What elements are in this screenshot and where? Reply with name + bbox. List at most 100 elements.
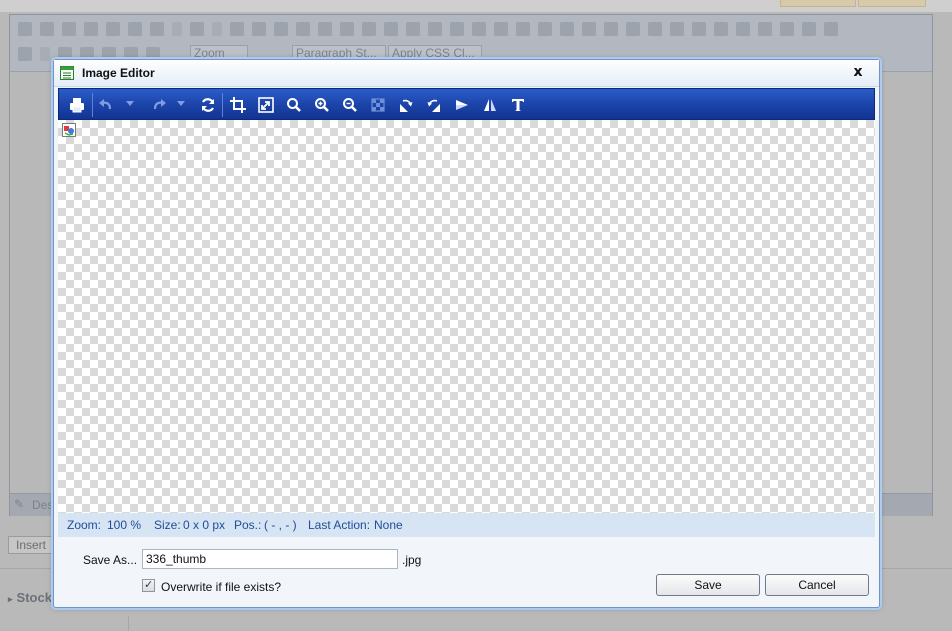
size-value: 0 x 0 px xyxy=(183,518,226,532)
position-value: ( - , - ) xyxy=(264,518,297,532)
flip-icon xyxy=(456,100,468,110)
chevron-down-icon xyxy=(172,22,182,36)
chevron-down-icon[interactable] xyxy=(177,101,185,106)
chevron-down-icon xyxy=(40,47,50,61)
indent-icon xyxy=(714,22,728,36)
resize-button[interactable] xyxy=(256,95,276,115)
find-icon xyxy=(62,22,76,36)
chevron-down-icon[interactable] xyxy=(126,101,134,106)
add-text-icon xyxy=(512,99,524,111)
wac-icon xyxy=(824,22,838,36)
flip-button[interactable] xyxy=(452,95,472,115)
print-icon xyxy=(18,22,32,36)
flash-icon xyxy=(362,22,376,36)
spell-icon xyxy=(538,22,552,36)
zoom-button[interactable] xyxy=(284,95,304,115)
footer-panel xyxy=(0,616,129,631)
outdent-icon xyxy=(736,22,750,36)
zoom-out-icon xyxy=(343,98,357,112)
close-button[interactable]: x xyxy=(849,63,867,81)
resize-icon xyxy=(258,97,274,113)
rotate-right-button[interactable] xyxy=(396,95,416,115)
undo-icon xyxy=(150,22,164,36)
underline-icon xyxy=(604,22,618,36)
cancel-button[interactable]: Cancel xyxy=(765,574,869,596)
table-icon xyxy=(516,22,530,36)
insert-button: Insert xyxy=(8,536,54,554)
top-tab xyxy=(780,0,856,7)
chevron-down-icon xyxy=(212,22,222,36)
spellcheck-icon xyxy=(40,22,54,36)
zoom-icon xyxy=(287,98,301,112)
last-action-label: Last Action: xyxy=(308,518,371,532)
rotate-left-button[interactable] xyxy=(424,95,444,115)
zoom-in-button[interactable] xyxy=(312,95,332,115)
align-icon xyxy=(494,22,508,36)
add-text-button[interactable] xyxy=(508,95,528,115)
align-left-icon xyxy=(626,22,640,36)
position-label: Pos.: xyxy=(234,518,262,532)
last-action-value: None xyxy=(374,518,403,532)
chevron-right-icon: ▸ xyxy=(8,594,13,604)
copy-icon xyxy=(106,22,120,36)
redo-icon xyxy=(190,22,204,36)
file-extension: .jpg xyxy=(402,553,422,567)
omega-icon xyxy=(18,47,32,61)
size-label: Size: xyxy=(154,518,181,532)
save-button[interactable]: Save xyxy=(656,574,760,596)
toolbar-separator xyxy=(222,93,223,117)
redo-button[interactable] xyxy=(149,95,169,115)
rotate-right-icon xyxy=(400,99,413,112)
filename-input[interactable] xyxy=(142,549,398,569)
bullets-icon xyxy=(758,22,772,36)
cut-icon xyxy=(84,22,98,36)
media-icon xyxy=(340,22,354,36)
crop-icon xyxy=(230,97,246,113)
format-icon xyxy=(472,22,486,36)
opacity-button[interactable] xyxy=(368,95,388,115)
subscript-icon xyxy=(428,22,442,36)
align-right-icon xyxy=(670,22,684,36)
zoom-out-button[interactable] xyxy=(340,95,360,115)
print-icon xyxy=(70,98,84,113)
justify-icon xyxy=(692,22,706,36)
bold-icon xyxy=(560,22,574,36)
window-icon xyxy=(60,66,74,80)
flip-vertical-button[interactable] xyxy=(480,95,500,115)
flip-vertical-icon xyxy=(484,99,496,111)
rotate-left-icon xyxy=(427,99,440,112)
crop-button[interactable] xyxy=(228,95,248,115)
pencil-icon: ✎ xyxy=(14,497,25,511)
align-center-icon xyxy=(648,22,662,36)
opacity-icon xyxy=(371,98,385,112)
image-editor-toolbar xyxy=(58,88,875,120)
superscript-icon xyxy=(406,22,420,36)
box-icon xyxy=(802,22,816,36)
top-tab xyxy=(858,0,926,7)
numbering-icon xyxy=(780,22,794,36)
toolbar-separator xyxy=(92,93,93,117)
dialog-titlebar[interactable]: Image Editor x xyxy=(54,60,879,87)
image-canvas[interactable] xyxy=(58,120,875,513)
broken-image-icon xyxy=(62,123,76,137)
unlink-icon xyxy=(296,22,310,36)
paste-icon xyxy=(128,22,142,36)
zoom-value: 100 % xyxy=(107,518,142,532)
overwrite-checkbox[interactable]: ✓ xyxy=(142,578,155,592)
reset-button[interactable] xyxy=(198,95,218,115)
redo-icon xyxy=(153,99,166,110)
undo-icon xyxy=(99,99,112,110)
checkmark-icon: ✓ xyxy=(144,578,154,591)
paragraph-icon xyxy=(450,22,464,36)
overwrite-label[interactable]: Overwrite if file exists? xyxy=(161,580,281,594)
page-top-strip xyxy=(0,0,952,12)
editor-toolbar-row xyxy=(14,18,926,40)
link-icon xyxy=(274,22,288,36)
zoom-label: Zoom: xyxy=(67,518,102,532)
section-title: ▸ Stock xyxy=(8,590,52,605)
print-button[interactable] xyxy=(67,95,87,115)
template-icon xyxy=(384,22,398,36)
save-as-label: Save As... xyxy=(83,553,138,567)
dialog-title: Image Editor xyxy=(82,66,155,80)
undo-button[interactable] xyxy=(96,95,116,115)
